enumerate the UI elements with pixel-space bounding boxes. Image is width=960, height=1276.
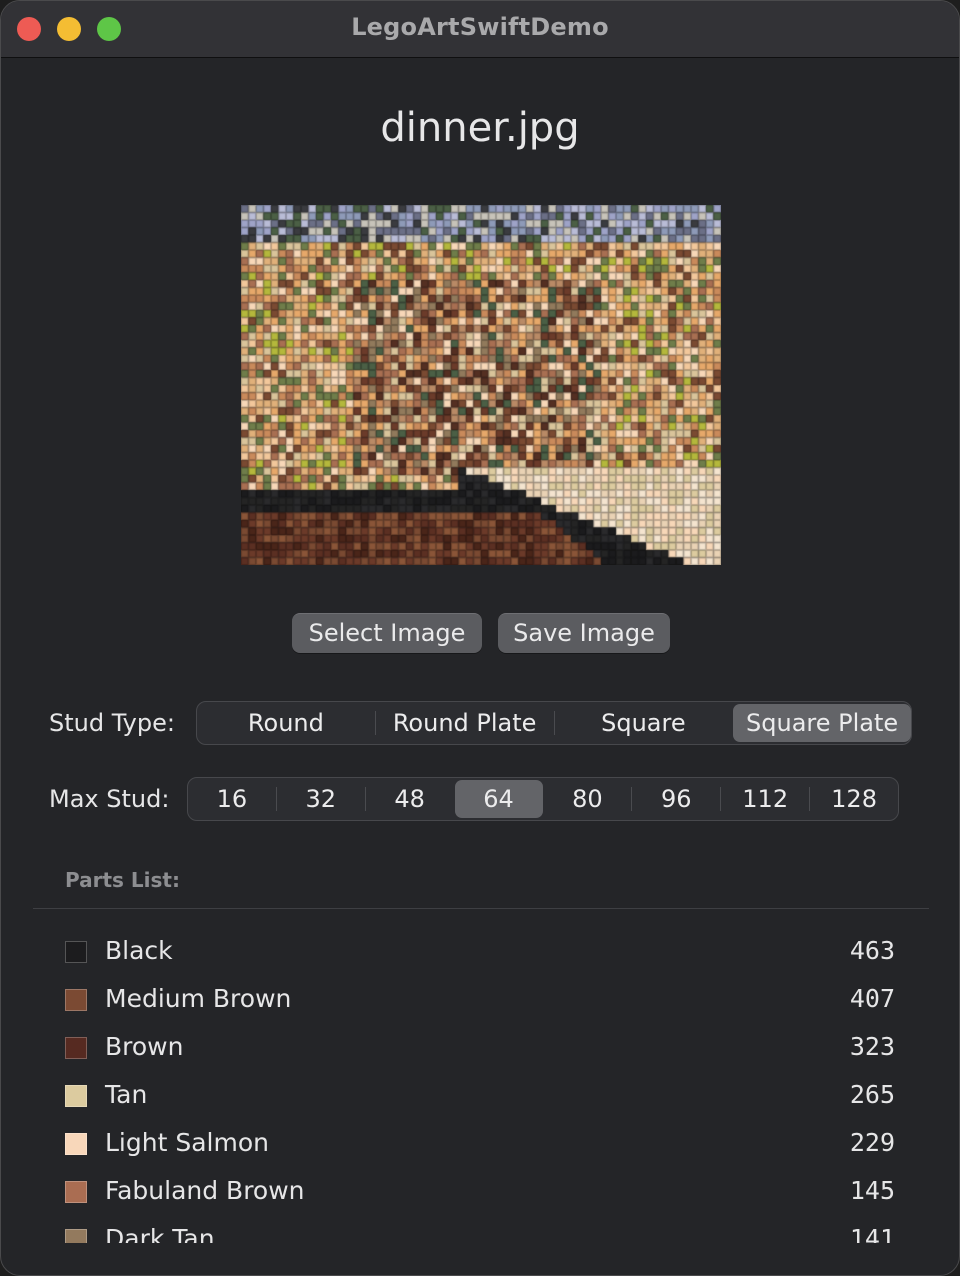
color-swatch [65, 1133, 87, 1155]
lego-mosaic-preview [241, 205, 721, 565]
stud-type-segmented-control: Round Round Plate Square Square Plate [196, 701, 912, 745]
parts-list-header: Parts List: [65, 868, 180, 892]
part-count: 407 [849, 984, 895, 1013]
title-bar: LegoArtSwiftDemo [1, 1, 959, 58]
parts-list-row[interactable]: Fabuland Brown 145 [33, 1169, 929, 1217]
part-color-name: Medium Brown [105, 984, 292, 1013]
parts-list-divider [33, 908, 929, 909]
image-filename: dinner.jpg [380, 105, 580, 151]
part-color-name: Dark Tan [105, 1224, 215, 1243]
parts-list-row[interactable]: Brown 323 [33, 1025, 929, 1073]
part-count: 463 [849, 936, 895, 965]
color-swatch [65, 1229, 87, 1243]
parts-list-row[interactable]: Dark Tan 141 [33, 1217, 929, 1243]
max-stud-option-112[interactable]: 112 [721, 780, 809, 818]
max-stud-label: Max Stud: [49, 785, 170, 813]
parts-list[interactable]: Black 463 Medium Brown 407 Brown 323 Tan 265 Lig… [33, 929, 929, 1243]
part-color-name: Brown [105, 1032, 184, 1061]
part-color-name: Light Salmon [105, 1128, 269, 1157]
parts-list-row[interactable]: Tan 265 [33, 1073, 929, 1121]
max-stud-segmented-control: 16 32 48 64 80 96 112 128 [187, 777, 899, 821]
stud-type-option-round-plate[interactable]: Round Plate [376, 704, 554, 742]
color-swatch [65, 941, 87, 963]
part-count: 141 [849, 1224, 895, 1243]
select-image-button[interactable]: Select Image [292, 613, 482, 653]
color-swatch [65, 989, 87, 1011]
parts-list-row[interactable]: Light Salmon 229 [33, 1121, 929, 1169]
max-stud-option-64[interactable]: 64 [454, 780, 543, 818]
part-count: 229 [849, 1128, 895, 1157]
stud-type-label: Stud Type: [49, 709, 175, 737]
part-color-name: Fabuland Brown [105, 1176, 305, 1205]
stud-type-option-square-plate[interactable]: Square Plate [733, 704, 911, 742]
window-title: LegoArtSwiftDemo [351, 13, 609, 41]
part-count: 145 [849, 1176, 895, 1205]
max-stud-option-16[interactable]: 16 [188, 780, 276, 818]
part-color-name: Tan [105, 1080, 148, 1109]
parts-list-row[interactable]: Black 463 [33, 929, 929, 977]
part-count: 323 [849, 1032, 895, 1061]
max-stud-option-128[interactable]: 128 [810, 780, 898, 818]
max-stud-option-48[interactable]: 48 [366, 780, 454, 818]
color-swatch [65, 1037, 87, 1059]
max-stud-option-80[interactable]: 80 [544, 780, 632, 818]
color-swatch [65, 1181, 87, 1203]
parts-list-row[interactable]: Medium Brown 407 [33, 977, 929, 1025]
stud-type-option-round[interactable]: Round [197, 704, 375, 742]
part-color-name: Black [105, 936, 173, 965]
color-swatch [65, 1085, 87, 1107]
max-stud-option-96[interactable]: 96 [632, 780, 720, 818]
part-count: 265 [849, 1080, 895, 1109]
save-image-button[interactable]: Save Image [498, 613, 670, 653]
app-window: LegoArtSwiftDemo dinner.jpg Select Image… [0, 0, 960, 1276]
max-stud-option-32[interactable]: 32 [277, 780, 365, 818]
stud-type-option-square[interactable]: Square [555, 704, 733, 742]
